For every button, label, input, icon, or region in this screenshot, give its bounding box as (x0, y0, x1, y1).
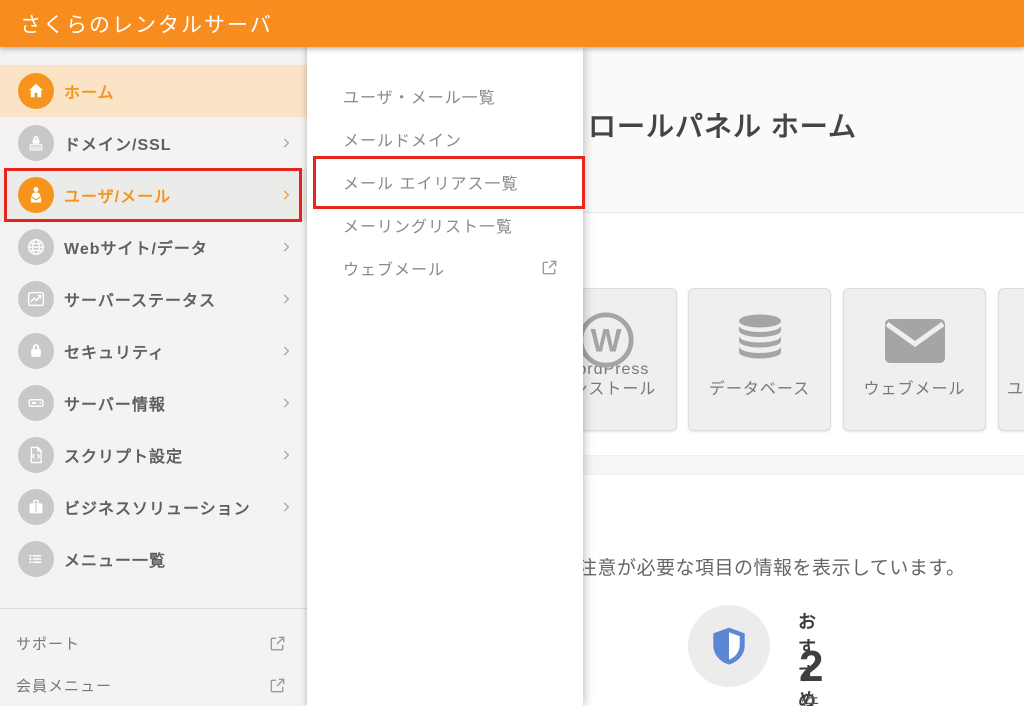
mail-icon (885, 319, 945, 363)
sidebar: ホーム WWW ドメイン/SSL (0, 47, 307, 706)
wordpress-icon: W (577, 311, 635, 369)
page-title: ロールパネル ホーム (588, 105, 857, 145)
sidebar-item-label: Webサイト/データ (64, 235, 208, 259)
script-settings-icon (18, 437, 54, 473)
app-title: さくらのレンタルサーバ (20, 9, 273, 39)
sidebar-item-business-solution[interactable]: ビジネスソリューション (0, 481, 307, 533)
submenu-list: ユーザ・メール一覧 メールドメイン メール エイリアス一覧 メーリングリスト一覧… (307, 74, 583, 289)
sidebar-item-domain-ssl[interactable]: WWW ドメイン/SSL (0, 117, 307, 169)
sidebar-item-script-settings[interactable]: スクリプト設定 (0, 429, 307, 481)
external-link-icon (268, 676, 287, 695)
chevron-right-icon (279, 292, 293, 306)
chevron-right-icon (279, 500, 293, 514)
chevron-right-icon (279, 344, 293, 358)
user-mail-icon (18, 177, 54, 213)
external-link-icon (268, 634, 287, 653)
sidebar-item-user-mail[interactable]: ユーザ/メール (0, 169, 307, 221)
sidebar-item-label: スクリプト設定 (64, 443, 183, 467)
shield-icon (706, 623, 752, 669)
server-status-icon (18, 281, 54, 317)
sidebar-item-label: メニュー一覧 (64, 547, 166, 571)
sidebar-item-server-info[interactable]: サーバー情報 (0, 377, 307, 429)
chevron-right-icon (279, 240, 293, 254)
page: { "header": { "title": "さくらのレンタルサーバ" }, … (0, 0, 1024, 706)
notice-text: 注意が必要な項目の情報を表示しています。 (578, 553, 966, 580)
sidebar-item-security[interactable]: セキュリティ (0, 325, 307, 377)
sidebar-link-label: 会員メニュー (16, 675, 112, 696)
submenu-item-label: ユーザ・メール一覧 (343, 84, 496, 108)
sidebar-link-support[interactable]: サポート (0, 631, 307, 655)
sidebar-divider (0, 608, 307, 609)
chevron-right-icon (279, 448, 293, 462)
submenu-item-label: メールドメイン (343, 127, 462, 151)
submenu-item-label: メーリングリスト一覧 (343, 213, 513, 237)
submenu-item-webmail[interactable]: ウェブメール (307, 246, 583, 289)
submenu-item-label: メール エイリアス一覧 (343, 170, 518, 194)
tile-label: ウェブメール (863, 380, 965, 400)
sidebar-item-label: ユーザ/メール (64, 183, 171, 207)
recommended-count: 2件 (799, 645, 823, 706)
chevron-right-icon (279, 396, 293, 410)
database-icon (732, 311, 788, 367)
sidebar-item-label: サーバー情報 (64, 391, 166, 415)
submenu-item-user-mail-list[interactable]: ユーザ・メール一覧 (307, 74, 583, 117)
tile-label: ユ (1007, 380, 1024, 400)
domain-ssl-icon: WWW (18, 125, 54, 161)
home-icon (18, 73, 54, 109)
external-link-icon (540, 258, 559, 277)
sidebar-item-web-data[interactable]: Webサイト/データ (0, 221, 307, 273)
svg-text:WWW: WWW (31, 146, 42, 150)
shield-circle (688, 605, 770, 687)
business-solution-icon (18, 489, 54, 525)
sidebar-item-label: ビジネスソリューション (64, 495, 251, 519)
sidebar-item-label: セキュリティ (64, 339, 165, 363)
submenu-item-label: ウェブメール (343, 256, 445, 280)
submenu-panel: ユーザ・メール一覧 メールドメイン メール エイリアス一覧 メーリングリスト一覧… (307, 47, 583, 706)
submenu-item-mail-domain[interactable]: メールドメイン (307, 117, 583, 160)
sidebar-item-home[interactable]: ホーム (0, 65, 307, 117)
header-bar: さくらのレンタルサーバ (0, 0, 1024, 47)
sidebar-item-menu-list[interactable]: メニュー一覧 (0, 533, 307, 585)
sidebar-item-label: ホーム (64, 79, 115, 103)
sidebar-item-server-status[interactable]: サーバーステータス (0, 273, 307, 325)
tile-webmail[interactable]: ウェブメール (843, 288, 986, 431)
menu-list-icon (18, 541, 54, 577)
chevron-right-icon (279, 136, 293, 150)
server-info-icon (18, 385, 54, 421)
svg-text:W: W (590, 322, 621, 359)
sidebar-item-label: サーバーステータス (64, 287, 216, 311)
security-icon (18, 333, 54, 369)
sidebar-link-member-menu[interactable]: 会員メニュー (0, 673, 307, 697)
sidebar-nav: ホーム WWW ドメイン/SSL (0, 65, 307, 585)
web-data-icon (18, 229, 54, 265)
sidebar-item-label: ドメイン/SSL (64, 131, 172, 155)
submenu-item-mailing-list[interactable]: メーリングリスト一覧 (307, 203, 583, 246)
tile-database[interactable]: データベース (688, 288, 831, 431)
tile-partial[interactable]: ユ (998, 288, 1024, 431)
sidebar-link-label: サポート (16, 633, 80, 654)
chevron-right-icon (279, 188, 293, 202)
submenu-item-mail-alias-list[interactable]: メール エイリアス一覧 (307, 160, 583, 203)
tile-label: データベース (709, 380, 810, 400)
